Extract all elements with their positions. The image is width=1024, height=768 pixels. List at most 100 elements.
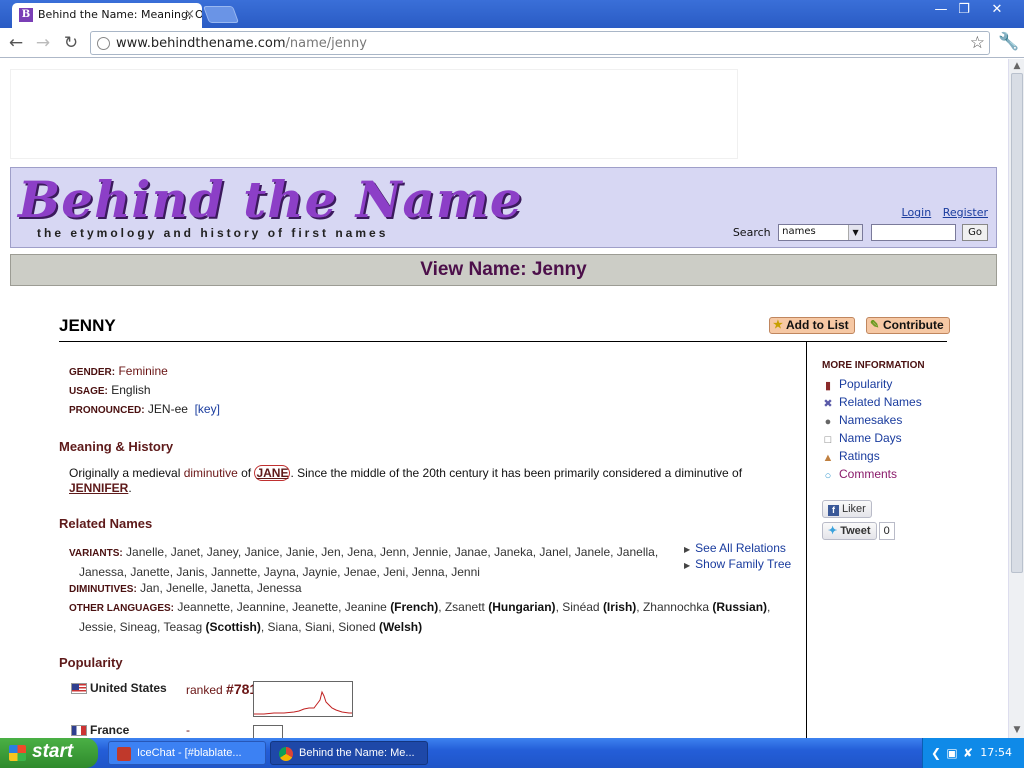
- pronunciation-key-link[interactable]: [key]: [195, 402, 220, 416]
- speech-bubble-icon: ○: [824, 470, 832, 482]
- login-link[interactable]: Login: [902, 206, 932, 219]
- us-popularity-sparkline[interactable]: [253, 681, 353, 717]
- facebook-like-row: f Liker: [822, 500, 992, 518]
- page-viewport: Behind the Name the etymology and histor…: [0, 59, 1008, 738]
- other-languages-row: OTHER LANGUAGES: Jeannette, Jeannine, Je…: [69, 600, 771, 634]
- close-window-button[interactable]: ✕: [986, 2, 1008, 19]
- sidebar-item-comments[interactable]: ○ Comments: [822, 465, 992, 483]
- country-name: France: [90, 723, 130, 737]
- url-text: www.behindthename.com/name/jenny: [116, 36, 367, 51]
- rank-value: ranked #781: [186, 681, 258, 697]
- bar-chart-icon: ▮: [824, 380, 832, 392]
- browser-tab-active[interactable]: B Behind the Name: Meaning, Or ×: [12, 3, 202, 28]
- usage-label: USAGE:: [69, 386, 108, 397]
- popularity-row-us[interactable]: United States ranked #781: [71, 681, 257, 697]
- show-family-tree-link[interactable]: ▶ Show Family Tree: [684, 557, 791, 573]
- more-info-sidebar: MORE INFORMATION ▮ Popularity ✖ Related Na…: [822, 360, 992, 540]
- windows-taskbar: start IceChat - [#blablate... Behind the…: [0, 738, 1024, 768]
- minimize-button[interactable]: —: [930, 2, 952, 19]
- browser-toolbar: ← → ↻ www.behindthename.com/name/jenny ☆…: [0, 28, 1024, 58]
- forward-arrow-icon[interactable]: →: [32, 32, 54, 54]
- diminutive-link[interactable]: diminutive: [184, 466, 238, 480]
- triangle-right-icon: ▶: [684, 545, 691, 554]
- antivirus-tray-icon[interactable]: ✘: [961, 746, 975, 760]
- twitter-bird-icon: ✦: [828, 525, 838, 537]
- new-tab-button[interactable]: [202, 6, 240, 23]
- network-icon: ✖: [823, 398, 833, 410]
- france-flag-icon: [71, 725, 87, 737]
- sidebar-item-namesakes[interactable]: ● Namesakes: [822, 411, 992, 429]
- sidebar-item-ratings[interactable]: ▲ Ratings: [822, 447, 992, 465]
- sidebar-item-popularity[interactable]: ▮ Popularity: [822, 375, 992, 393]
- diminutives-label: DIMINUTIVES:: [69, 584, 137, 595]
- expand-tray-icon[interactable]: ❮: [929, 746, 943, 760]
- scrollbar-thumb[interactable]: [1011, 73, 1023, 573]
- globe-icon: [97, 37, 110, 50]
- search-form: Search names ▼ Go: [733, 224, 988, 241]
- scroll-down-icon[interactable]: ▼: [1011, 724, 1023, 736]
- variants-row: VARIANTS: Janelle, Janet, Janey, Janice,…: [69, 543, 679, 581]
- rank-value: -: [186, 723, 190, 737]
- thumbs-icon: ▲: [822, 452, 834, 464]
- see-all-relations-link[interactable]: ▶ See All Relations: [684, 541, 791, 557]
- jane-link[interactable]: JANE: [254, 465, 291, 481]
- gender-row: GENDER: Feminine: [69, 364, 168, 378]
- other-languages-label: OTHER LANGUAGES:: [69, 603, 174, 614]
- contribute-button[interactable]: ✎ Contribute: [866, 317, 950, 334]
- sidebar-divider: [806, 341, 807, 738]
- country-name: United States: [90, 681, 167, 695]
- bookmark-star-icon[interactable]: ☆: [970, 33, 985, 53]
- meaning-heading: Meaning & History: [59, 439, 174, 454]
- search-label: Search: [732, 226, 771, 239]
- sidebar-item-name-days[interactable]: □ Name Days: [822, 429, 992, 447]
- reload-icon[interactable]: ↻: [60, 32, 82, 54]
- scroll-up-icon[interactable]: ▲: [1011, 60, 1023, 72]
- france-popularity-sparkline[interactable]: [253, 725, 283, 738]
- system-tray: ❮ ▣ ✘ 17:54: [922, 738, 1024, 768]
- network-tray-icon[interactable]: ▣: [945, 746, 959, 760]
- sidebar-item-related-names[interactable]: ✖ Related Names: [822, 393, 992, 411]
- jennifer-link[interactable]: JENNIFER: [69, 481, 128, 495]
- diminutives-list[interactable]: Jan, Jenelle, Janetta, Jenessa: [140, 581, 301, 595]
- tab-close-icon[interactable]: ×: [184, 7, 195, 22]
- back-arrow-icon[interactable]: ←: [5, 32, 27, 54]
- browser-tab-bar: B Behind the Name: Meaning, Or × — ❐ ✕: [0, 0, 1024, 28]
- taskbar-item-icechat[interactable]: IceChat - [#blablate...: [108, 741, 266, 765]
- pronounced-label: PRONOUNCED:: [69, 405, 145, 416]
- register-link[interactable]: Register: [943, 206, 988, 219]
- windows-logo-icon: [9, 745, 26, 761]
- add-to-list-button[interactable]: ★ Add to List: [769, 317, 855, 334]
- account-links: Login Register: [894, 206, 988, 219]
- maximize-button[interactable]: ❐: [953, 2, 975, 19]
- divider: [59, 341, 947, 342]
- facebook-icon: f: [828, 505, 839, 516]
- meaning-text: Originally a medieval diminutive of JANE…: [69, 465, 743, 495]
- wrench-icon[interactable]: 🔧: [998, 32, 1019, 52]
- variants-list[interactable]: Janelle, Janet, Janey, Janice, Janie, Je…: [126, 545, 658, 559]
- taskbar-item-chrome[interactable]: Behind the Name: Me...: [270, 741, 428, 765]
- variants-list-cont[interactable]: Janessa, Janette, Janis, Jannette, Jayna…: [69, 565, 480, 579]
- related-names-heading: Related Names: [59, 516, 153, 531]
- site-tagline: the etymology and history of first names: [37, 226, 389, 240]
- vertical-scrollbar[interactable]: ▲ ▼: [1008, 59, 1024, 738]
- search-input[interactable]: [870, 224, 956, 241]
- gender-label: GENDER:: [69, 367, 116, 378]
- gender-value[interactable]: Feminine: [118, 364, 167, 378]
- usage-row: USAGE: English: [69, 383, 151, 397]
- person-icon: ●: [824, 416, 832, 428]
- sidebar-title: MORE INFORMATION: [822, 360, 925, 371]
- us-flag-icon: [71, 683, 87, 695]
- popularity-row-france[interactable]: France -: [71, 723, 190, 737]
- relations-links: ▶ See All Relations ▶ Show Family Tree: [684, 541, 791, 573]
- address-bar[interactable]: www.behindthename.com/name/jenny ☆: [90, 31, 990, 55]
- chrome-icon: [279, 747, 293, 761]
- start-button[interactable]: start: [0, 738, 98, 768]
- triangle-right-icon: ▶: [684, 561, 691, 570]
- usage-value[interactable]: English: [111, 383, 150, 397]
- tweet-button[interactable]: ✦ Tweet: [822, 522, 877, 540]
- search-type-select[interactable]: names ▼: [778, 224, 864, 241]
- name-heading: JENNY: [59, 316, 116, 335]
- facebook-like-button[interactable]: f Liker: [822, 500, 872, 518]
- site-logo[interactable]: Behind the Name: [18, 170, 523, 229]
- go-button[interactable]: Go: [962, 224, 988, 241]
